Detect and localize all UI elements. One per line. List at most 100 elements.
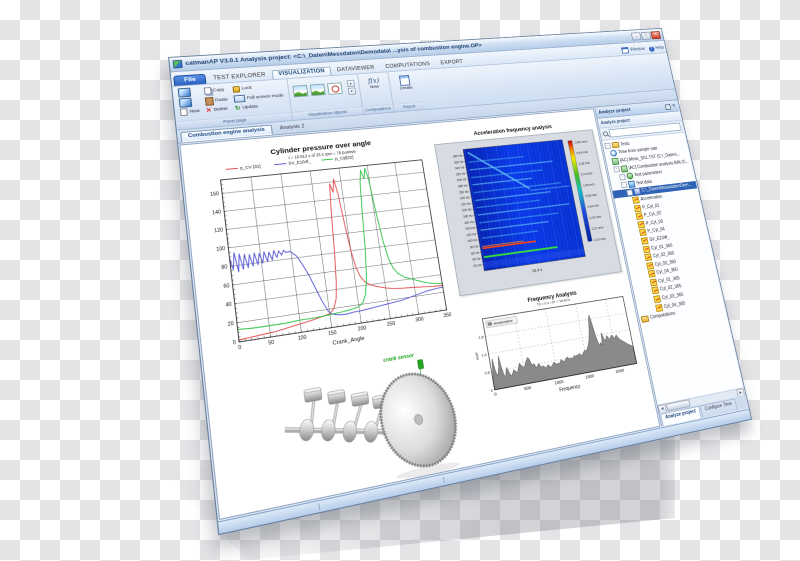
channel-icon [649, 278, 658, 287]
help-menu-label: Help [654, 45, 665, 51]
monitor-icon [177, 87, 192, 98]
ribbon-group-visualization-objects: ▲ ▼ Visualization objects [287, 74, 364, 121]
channel-icon [637, 220, 646, 229]
close-button[interactable]: ✕ [650, 30, 662, 39]
svg-text:SV_E104f_: SV_E104f_ [288, 159, 312, 166]
channel-icon [653, 295, 662, 304]
image-object-thumbnail[interactable] [309, 83, 326, 97]
ribbon-group-report: Create Report [388, 70, 426, 112]
svg-text:0: 0 [494, 391, 498, 396]
lock-icon [232, 85, 241, 93]
channel-icon [638, 228, 647, 237]
channel-icon [635, 212, 644, 221]
copy-button[interactable]: Copy [202, 86, 228, 95]
new-panel-thumbnail-button[interactable] [177, 87, 199, 98]
channel-icon [644, 253, 653, 262]
file-icon [633, 187, 641, 196]
update-icon [234, 104, 240, 112]
folder-icon [611, 142, 620, 149]
svg-text:140: 140 [212, 209, 222, 216]
channel-icon [646, 261, 654, 270]
panel-thumbnail-button[interactable] [178, 97, 201, 108]
scroll-down-icon[interactable]: ▼ [347, 87, 356, 96]
svg-text:500: 500 [524, 385, 532, 391]
test-icon [611, 157, 620, 166]
svg-text:160: 160 [210, 191, 220, 198]
lock-button[interactable]: Lock [231, 83, 283, 93]
svg-text:0: 0 [233, 340, 237, 347]
close-sidebar-icon[interactable]: ✕ [672, 104, 677, 109]
svg-text:0: 0 [238, 345, 242, 352]
pin-icon[interactable] [664, 103, 672, 110]
channel-icon [647, 270, 656, 278]
create-report-button[interactable]: Create [392, 72, 419, 92]
svg-text:200: 200 [358, 325, 367, 332]
tree-item-label: Computations [649, 311, 676, 321]
svg-text:100: 100 [216, 246, 226, 253]
svg-text:40: 40 [225, 302, 232, 309]
channel-icon [642, 245, 651, 253]
delete-button[interactable]: Delete [204, 105, 230, 114]
channel-icon [640, 236, 649, 245]
chart-object-thumbnail[interactable] [292, 84, 309, 98]
svg-text:p_Cyl[32]: p_Cyl[32] [335, 155, 354, 161]
window-icon [621, 47, 630, 54]
paste-button[interactable]: Paste [203, 95, 229, 106]
cylinder-pressure-chart[interactable]: Cylinder pressure over anglet = 16.913 s… [190, 131, 459, 378]
expander-icon[interactable]: - [618, 173, 626, 181]
help-menu-item[interactable]: Help [648, 45, 665, 52]
search-icon [602, 131, 609, 137]
svg-text:1,5: 1,5 [478, 334, 485, 340]
paste-icon [204, 96, 214, 106]
monitor-icon [178, 97, 193, 108]
channel-icon [655, 303, 664, 312]
svg-text:2000: 2000 [615, 368, 625, 374]
channel-icon [651, 286, 660, 295]
svg-text:60: 60 [223, 283, 230, 290]
transparent-checkerboard-background: catmanAP V3.0.1 Analysis project: <C:\_D… [0, 0, 800, 561]
gauge-object-thumbnail[interactable] [326, 82, 343, 95]
svg-text:120: 120 [214, 228, 224, 235]
help-icon [648, 45, 655, 52]
svg-text:0,5: 0,5 [484, 370, 491, 376]
svg-text:350: 350 [443, 312, 452, 319]
thumbnail-scroll[interactable]: ▲ ▼ [346, 79, 356, 96]
frequency-analysis-chart[interactable]: Frequency AnalysisT0 = 0 s / dT = 19,43 … [465, 281, 645, 412]
expander-icon[interactable]: - [626, 189, 634, 196]
clock-icon [609, 149, 618, 158]
svg-text:300: 300 [415, 316, 424, 323]
update-button[interactable]: Update [233, 101, 286, 112]
scroll-up-icon[interactable]: ▲ [346, 79, 355, 88]
expander-icon[interactable]: - [613, 166, 621, 173]
tree-item-label: Tests [619, 141, 631, 148]
svg-text:m/s²: m/s² [474, 351, 480, 360]
app-icon [172, 59, 183, 69]
expander-icon[interactable]: - [620, 181, 628, 189]
svg-text:Frequency: Frequency [559, 384, 581, 394]
svg-text:250: 250 [387, 321, 396, 328]
fx-icon [368, 77, 380, 85]
test-icon [619, 164, 628, 173]
window-menu-label: Window [629, 46, 646, 53]
fullscreen-icon [233, 94, 246, 103]
svg-text:Crank_Angle: Crank_Angle [332, 336, 365, 347]
report-icon [399, 74, 411, 86]
folder-icon [640, 315, 650, 323]
delete-icon [205, 106, 211, 114]
acceleration-spectrogram[interactable]: 380 Hz360 Hz340 Hz320 Hz300 Hz280 Hz260 … [434, 129, 622, 297]
expander-icon[interactable]: - [604, 142, 612, 150]
svg-text:150: 150 [328, 330, 337, 337]
new-page-button[interactable]: New [179, 107, 201, 117]
data-icon [627, 180, 636, 188]
svg-text:80: 80 [221, 264, 228, 271]
svg-text:1,0: 1,0 [481, 352, 488, 358]
svg-text:p_CV [31]: p_CV [31] [240, 164, 261, 171]
svg-text:20: 20 [227, 321, 234, 328]
svg-text:1500: 1500 [585, 373, 595, 379]
svg-text:50: 50 [268, 340, 275, 347]
window-menu-item[interactable]: Window [621, 46, 646, 54]
new-computation-button[interactable]: New [362, 74, 386, 90]
copy-icon [203, 87, 212, 95]
params-icon [625, 172, 634, 180]
svg-text:100: 100 [298, 335, 308, 342]
